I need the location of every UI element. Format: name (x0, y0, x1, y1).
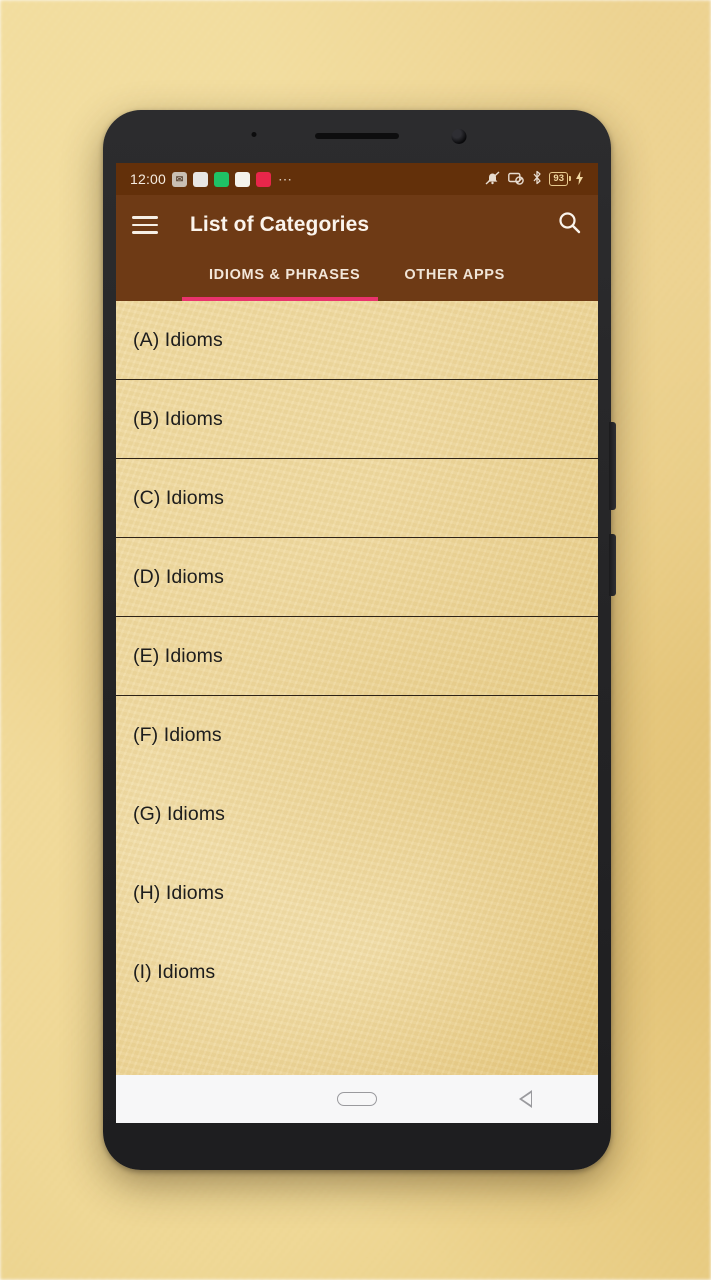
list-item[interactable]: (F) Idioms (116, 696, 598, 775)
list-item-label: (C) Idioms (133, 486, 224, 509)
app-bar: List of Categories (116, 195, 598, 255)
list-item[interactable]: (C) Idioms (116, 459, 598, 538)
list-item[interactable]: (B) Idioms (116, 380, 598, 459)
home-button[interactable] (337, 1092, 377, 1106)
back-button[interactable] (519, 1090, 532, 1108)
tab-other-apps[interactable]: OTHER APPS (396, 263, 513, 287)
notes-icon (193, 171, 209, 187)
list-item[interactable]: (G) Idioms (116, 775, 598, 854)
list-item-label: (G) Idioms (133, 803, 226, 825)
status-bar: 12:00 ✉ ⋯ 93 (116, 163, 598, 195)
mute-icon (485, 170, 501, 188)
volume-button[interactable] (609, 422, 616, 510)
status-bar-right: 93 (485, 170, 584, 188)
menu-icon[interactable] (132, 211, 158, 239)
system-navigation-bar (116, 1075, 598, 1123)
sms-icon: ✉ (172, 171, 188, 187)
screenshot-blocked-icon (508, 171, 525, 188)
list-item[interactable]: (A) Idioms (116, 301, 598, 380)
list-item-label: (E) Idioms (133, 644, 223, 667)
video-icon (256, 171, 272, 187)
list-item-label: (F) Idioms (133, 724, 222, 746)
list-item[interactable]: (H) Idioms (116, 854, 598, 933)
status-time: 12:00 (130, 171, 167, 187)
photos-icon (235, 171, 251, 187)
tab-bar: IDIOMS & PHRASES OTHER APPS (116, 255, 598, 301)
status-bar-left: 12:00 ✉ ⋯ (130, 171, 293, 188)
list-item[interactable]: (E) Idioms (116, 617, 598, 696)
list-item[interactable]: (I) Idioms (116, 933, 598, 1012)
search-icon[interactable] (557, 210, 582, 240)
list-item-label: (A) Idioms (133, 328, 223, 351)
charging-bolt-icon (575, 170, 584, 188)
power-button[interactable] (609, 534, 616, 596)
tab-idioms-and-phrases[interactable]: IDIOMS & PHRASES (201, 263, 368, 287)
list-item-label: (I) Idioms (133, 961, 216, 983)
page-title: List of Categories (190, 213, 370, 236)
phone-top-bezel (103, 110, 611, 163)
list-item-label: (H) Idioms (133, 882, 224, 904)
list-item[interactable]: (D) Idioms (116, 538, 598, 617)
battery-icon: 93 (549, 172, 571, 186)
earpiece-speaker (315, 133, 399, 139)
chat-icon (214, 171, 230, 187)
list-item-label: (D) Idioms (133, 565, 224, 588)
phone-device-frame: 12:00 ✉ ⋯ 93 List of Categories IDIOMS &… (103, 110, 616, 1170)
overflow-dots-icon: ⋯ (278, 170, 294, 187)
list-item-label: (B) Idioms (133, 407, 223, 430)
phone-screen: 12:00 ✉ ⋯ 93 List of Categories IDIOMS &… (116, 163, 598, 1123)
category-list[interactable]: (A) Idioms (B) Idioms (C) Idioms (D) Idi… (116, 301, 598, 1075)
proximity-sensor-icon (251, 132, 257, 137)
bluetooth-icon (532, 170, 542, 188)
front-camera-icon (451, 129, 467, 144)
